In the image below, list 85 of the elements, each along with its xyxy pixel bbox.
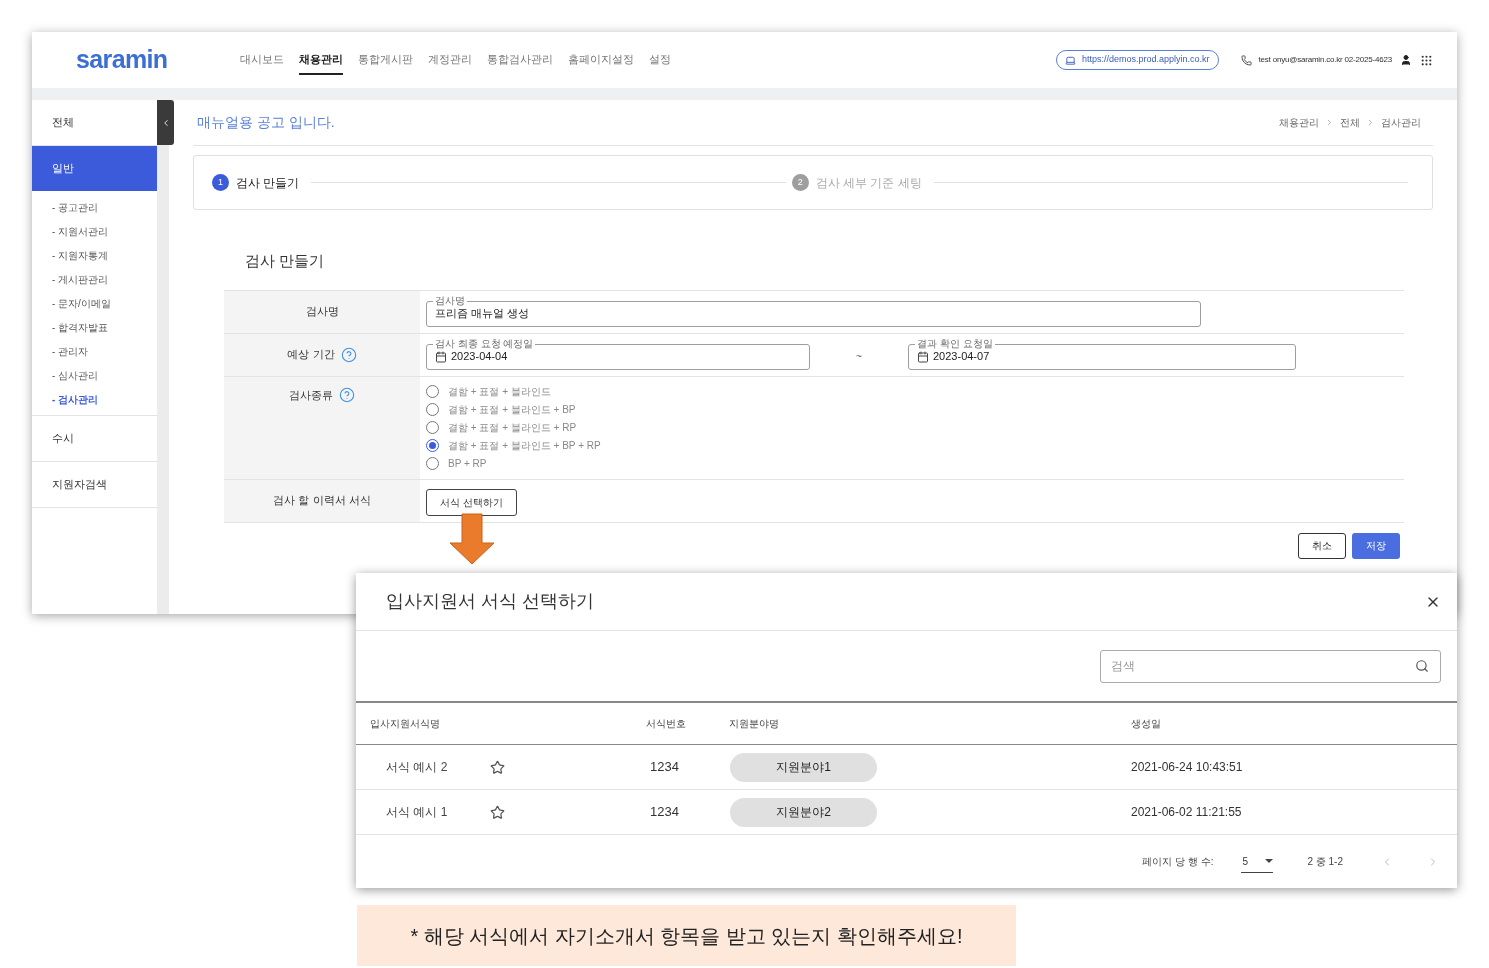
laptop-icon xyxy=(1064,54,1076,66)
table-row[interactable]: 서식 예시 1 1234 지원분야2 2021-06-02 11:21:55 xyxy=(356,790,1457,835)
form-label: 예상 기간 xyxy=(287,347,335,363)
nav-tab[interactable]: 대시보드 xyxy=(240,44,284,76)
form-title: 검사 만들기 xyxy=(245,251,326,271)
note-text: * 해당 서식에서 자기소개서 항목을 받고 있는지 확인해주세요! xyxy=(410,923,963,949)
table-row[interactable]: 서식 예시 2 1234 지원분야1 2021-06-24 10:43:51 xyxy=(356,745,1457,790)
field-label: 검사 최종 요청 예정일 xyxy=(433,337,536,349)
field-chip: 지원분야2 xyxy=(730,797,877,827)
search-field[interactable]: 검색 xyxy=(1100,649,1441,683)
form-label: 검사 할 이력서 서식 xyxy=(273,493,371,509)
step-label: 검사 세부 기준 세팅 xyxy=(815,174,922,192)
help-icon[interactable] xyxy=(340,346,357,363)
nav-tab[interactable]: 채용관리 xyxy=(299,44,343,76)
sidebar-subitem[interactable]: - 검사관리 xyxy=(32,387,157,411)
nav-tab[interactable]: 설정 xyxy=(649,44,671,76)
help-icon[interactable] xyxy=(339,386,355,403)
radio-label: 결함 + 표절 + 블라인드 xyxy=(448,385,551,399)
column-header: 서식번호 xyxy=(646,717,687,731)
table-cell-text: 1234 xyxy=(649,758,680,777)
field-label: 검사명 xyxy=(433,294,467,306)
logo[interactable]: saramin xyxy=(76,41,240,79)
table-cell-text: 2021-06-24 10:43:51 xyxy=(1131,759,1244,776)
sidebar-subitem[interactable]: - 게시판관리 xyxy=(32,267,157,291)
nav-tab[interactable]: 홈페이지설정 xyxy=(568,44,634,76)
sidebar-subitem[interactable]: - 문자/이메일 xyxy=(32,291,157,315)
sidebar-subitem[interactable]: - 관리자 xyxy=(32,339,157,363)
rows-per-page-label: 페이지 당 행 수: xyxy=(1142,855,1214,869)
table-cell-text: 서식 예시 2 xyxy=(386,759,449,776)
select-format-button[interactable]: 서식 선택하기 xyxy=(426,489,517,516)
radio-label: BP + RP xyxy=(448,457,487,471)
caret-icon xyxy=(1265,858,1274,864)
save-button[interactable]: 저장 xyxy=(1352,532,1400,559)
column-header: 입사지원서식명 xyxy=(369,717,441,731)
sidebar-subitem[interactable]: - 지원서관리 xyxy=(32,219,157,243)
sidebar-item[interactable]: 일반 xyxy=(32,146,157,191)
nav-tab[interactable]: 통합게시판 xyxy=(358,44,413,76)
sidebar-subitem[interactable]: - 공고관리 xyxy=(32,195,157,219)
breadcrumb-chevron-icon xyxy=(1366,118,1375,127)
table-cell-text: 2021-06-02 11:21:55 xyxy=(1131,804,1243,821)
apps-grid-icon[interactable] xyxy=(1420,53,1433,67)
sidebar-subitem[interactable]: - 합격자발표 xyxy=(32,315,157,339)
breadcrumb-item[interactable]: 검사관리 xyxy=(1381,115,1421,130)
star-icon[interactable] xyxy=(490,759,505,775)
sidebar-subitem[interactable]: - 지원자통계 xyxy=(32,243,157,267)
table-cell-text: 1234 xyxy=(649,803,680,822)
field-value: 프리즘 매뉴얼 생성 xyxy=(435,306,530,322)
breadcrumb-chevron-icon xyxy=(1325,118,1334,127)
field-chip: 지원분야1 xyxy=(730,752,877,782)
table-cell-text: 서식 예시 1 xyxy=(386,804,449,821)
breadcrumb-item[interactable]: 전체 xyxy=(1340,115,1360,130)
column-header: 생성일 xyxy=(1131,717,1162,731)
field-value: 2023-04-04 xyxy=(451,349,508,365)
column-header: 지원분야명 xyxy=(729,717,780,731)
form-label: 검사종류 xyxy=(289,387,333,403)
step-label: 검사 만들기 xyxy=(236,174,300,192)
radio-label: 결함 + 표절 + 블라인드 + BP xyxy=(448,403,576,417)
nav-tab[interactable]: 계정관리 xyxy=(428,44,472,76)
calendar-icon xyxy=(435,350,447,363)
page-title: 매뉴얼용 공고 입니다. xyxy=(197,113,335,132)
range-separator: ~ xyxy=(855,350,863,364)
calendar-icon xyxy=(917,350,929,363)
nav-tab[interactable]: 통합검사관리 xyxy=(487,44,553,76)
star-icon[interactable] xyxy=(490,804,505,820)
step-number: 1 xyxy=(212,174,229,191)
sidebar-item[interactable]: 수시 xyxy=(32,416,157,461)
field-value: 2023-04-07 xyxy=(933,349,990,365)
sidebar-subitem[interactable]: - 심사관리 xyxy=(32,363,157,387)
dialog-title: 입사지원서 서식 선택하기 xyxy=(386,590,594,613)
breadcrumb-item[interactable]: 채용관리 xyxy=(1279,115,1319,130)
phone-icon xyxy=(1240,54,1252,66)
radio-label: 결함 + 표절 + 블라인드 + RP xyxy=(448,421,577,435)
step-number: 2 xyxy=(791,174,809,191)
radio-label: 결함 + 표절 + 블라인드 + BP + RP xyxy=(448,439,601,453)
page-range: 2 중 1-2 xyxy=(1307,855,1343,869)
rows-per-page-select[interactable]: 5 xyxy=(1241,850,1274,873)
form-label: 검사명 xyxy=(305,304,339,320)
user-icon[interactable] xyxy=(1400,54,1412,66)
contact-info: test onyu@saramin.co.kr 02-2025-4623 xyxy=(1258,54,1392,66)
cancel-button[interactable]: 취소 xyxy=(1298,532,1346,559)
down-arrow xyxy=(449,513,495,565)
sidebar-item[interactable]: 지원자검색 xyxy=(32,462,157,507)
search-icon xyxy=(1415,658,1429,673)
field-label: 결과 확인 요청일 xyxy=(915,337,995,349)
sidebar-item[interactable]: 전체 xyxy=(32,100,157,145)
